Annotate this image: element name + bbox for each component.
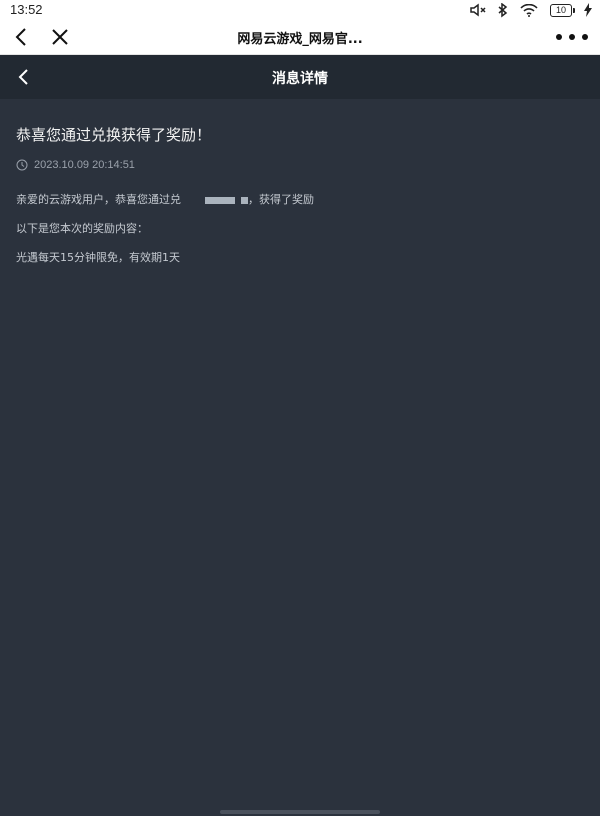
status-time: 13:52: [10, 2, 43, 17]
message-detail: 恭喜您通过兑换获得了奖励！ 2023.10.09 20:14:51 亲爱的云游戏…: [16, 124, 584, 265]
wifi-icon: [520, 3, 538, 17]
message-body-line2: 以下是您本次的奖励内容：: [16, 222, 148, 235]
battery-level: 10: [555, 4, 566, 15]
app-header: 消息详情: [0, 55, 600, 99]
message-meta: 2023.10.09 20:14:51: [16, 159, 584, 171]
status-bar: 13:52 10: [0, 0, 600, 20]
message-timestamp: 2023.10.09 20:14:51: [34, 159, 135, 171]
charging-icon: [584, 3, 592, 17]
bluetooth-icon: [498, 2, 508, 17]
browser-toolbar: 网易云游戏_网易官...: [0, 20, 600, 55]
page-title: 消息详情: [272, 71, 328, 87]
browser-title: 网易云游戏_网易官...: [237, 32, 363, 47]
mute-icon: [470, 3, 486, 17]
redaction-block: [205, 196, 235, 204]
close-icon[interactable]: [48, 25, 72, 49]
message-body-line3: 光遇每天15分钟限免，有效期1天: [16, 251, 180, 264]
more-icon[interactable]: [556, 26, 588, 48]
message-body-line1: 亲爱的云游戏用户，恭喜您通过兑 ，获得了奖励: [16, 191, 584, 207]
status-icons: 10: [470, 2, 592, 18]
message-title: 恭喜您通过兑换获得了奖励！: [16, 126, 212, 144]
body-line1-start: 亲爱的云游戏用户，恭喜您通过兑: [16, 193, 181, 206]
battery-icon: 10: [550, 3, 575, 17]
page-back-icon[interactable]: [12, 65, 36, 89]
redaction-block: [241, 196, 248, 204]
home-indicator[interactable]: [220, 810, 380, 814]
body-line1-end: ，获得了奖励: [248, 193, 314, 206]
clock-icon: [16, 159, 28, 171]
back-icon[interactable]: [10, 25, 34, 49]
